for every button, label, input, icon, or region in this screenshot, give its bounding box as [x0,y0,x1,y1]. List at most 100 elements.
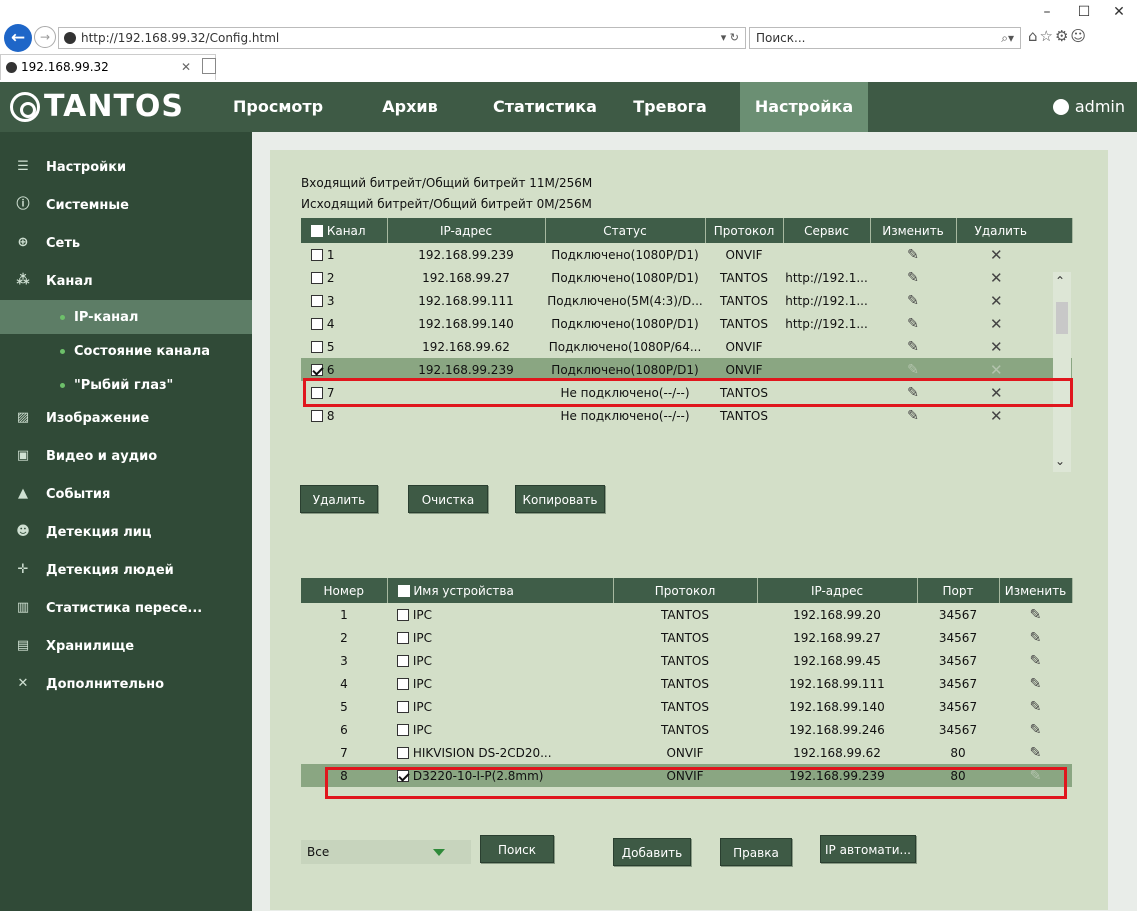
channel-row[interactable]: 3 192.168.99.111 Подключено(5M(4:3)/D... TA… [301,289,1072,312]
sidebar-item-crossing-stats[interactable]: ▥ Статистика пересе... [0,589,252,627]
channel-scrollbar[interactable]: ⌃ ⌄ [1053,272,1071,472]
channel-row[interactable]: 7 Не подключено(--/--) TANTOS ✎ ✕ [301,381,1072,404]
search-button[interactable]: Поиск [480,835,554,863]
edit-icon[interactable]: ✎ [1030,607,1042,623]
edit-icon[interactable]: ✎ [1030,630,1042,646]
edit-icon[interactable]: ✎ [1030,653,1042,669]
channel-row[interactable]: 8 Не подключено(--/--) TANTOS ✎ ✕ [301,404,1072,427]
copy-button[interactable]: Копировать [515,485,605,513]
device-checkbox[interactable] [397,701,409,713]
address-bar[interactable]: http://192.168.99.32/Config.html ▾ ↻ [58,27,746,49]
sidebar-item-advanced[interactable]: ✕ Дополнительно [0,665,252,703]
user-menu[interactable]: admin [1052,82,1125,132]
scroll-thumb[interactable] [1056,302,1068,334]
delete-button[interactable]: Удалить [300,485,378,513]
edit-icon[interactable]: ✎ [1030,676,1042,692]
delete-icon[interactable]: ✕ [990,407,1003,425]
channel-checkbox[interactable] [311,295,323,307]
browser-tab[interactable]: 192.168.99.32 ✕ [0,54,216,80]
nav-archive[interactable]: Архив [375,82,445,132]
channel-row[interactable]: 6 192.168.99.239 Подключено(1080P/D1) ONVIF… [301,358,1072,381]
scroll-down-icon[interactable]: ⌄ [1055,454,1065,468]
sidebar-item-face-detection[interactable]: ☻ Детекция лиц [0,513,252,551]
channel-checkbox[interactable] [311,272,323,284]
sidebar-item-image[interactable]: ▨ Изображение [0,399,252,437]
address-tools[interactable]: ▾ ↻ [721,28,739,48]
sidebar-sub-ip-channel[interactable]: IP-канал [0,300,252,334]
channel-checkbox[interactable] [311,318,323,330]
edit-icon[interactable]: ✎ [1030,699,1042,715]
device-checkbox[interactable] [397,770,409,782]
edit-button[interactable]: Правка [720,838,792,866]
channel-service-link[interactable]: http://192.1... [783,289,870,312]
device-row[interactable]: 3 IPC TANTOS 192.168.99.45 34567 ✎ [301,649,1072,672]
nav-alarm[interactable]: Тревога [620,82,720,132]
channel-service-link[interactable] [783,243,870,266]
select-all-devices-checkbox[interactable] [397,585,410,597]
channel-service-link[interactable]: http://192.1... [783,266,870,289]
device-row[interactable]: 7 HIKVISION DS-2CD20... ONVIF 192.168.99.6… [301,741,1072,764]
toolbar-icons[interactable]: ⌂☆⚙☺ [1028,27,1088,45]
sidebar-sub-fisheye[interactable]: "Рыбий глаз" [0,368,252,402]
channel-service-link[interactable]: http://192.1... [783,312,870,335]
maximize-button[interactable]: ☐ [1069,4,1099,20]
new-tab-button[interactable] [202,58,216,74]
device-row[interactable]: 1 IPC TANTOS 192.168.99.20 34567 ✎ [301,603,1072,626]
channel-row[interactable]: 1 192.168.99.239 Подключено(1080P/D1) ONVIF… [301,243,1072,266]
tab-close-icon[interactable]: ✕ [181,55,191,79]
channel-checkbox[interactable] [311,249,323,261]
channel-service-link[interactable] [783,381,870,404]
sidebar-item-video-audio[interactable]: ▣ Видео и аудио [0,437,252,475]
device-row[interactable]: 4 IPC TANTOS 192.168.99.111 34567 ✎ [301,672,1072,695]
channel-checkbox[interactable] [311,341,323,353]
delete-icon[interactable]: ✕ [990,315,1003,333]
sidebar-sub-channel-status[interactable]: Состояние канала [0,334,252,368]
nav-statistics[interactable]: Статистика [485,82,605,132]
device-checkbox[interactable] [397,655,409,667]
channel-service-link[interactable] [783,335,870,358]
channel-service-link[interactable] [783,404,870,427]
device-checkbox[interactable] [397,609,409,621]
sidebar-item-channel[interactable]: ⁂ Канал [0,262,252,300]
close-window-button[interactable]: ✕ [1104,4,1134,20]
channel-row[interactable]: 2 192.168.99.27 Подключено(1080P/D1) TANTOS… [301,266,1072,289]
select-all-channels-checkbox[interactable] [311,225,323,237]
sidebar-item-storage[interactable]: ▤ Хранилище [0,627,252,665]
edit-icon[interactable]: ✎ [907,247,919,263]
scroll-up-icon[interactable]: ⌃ [1055,274,1065,288]
browser-search-input[interactable]: Поиск... ⌕▾ [749,27,1021,49]
channel-row[interactable]: 4 192.168.99.140 Подключено(1080P/D1) TANTO… [301,312,1072,335]
add-button[interactable]: Добавить [613,838,691,866]
sidebar-item-settings[interactable]: ☰ Настройки [0,148,252,186]
device-row[interactable]: 2 IPC TANTOS 192.168.99.27 34567 ✎ [301,626,1072,649]
edit-icon[interactable]: ✎ [907,270,919,286]
edit-icon[interactable]: ✎ [907,408,919,424]
sidebar-item-events[interactable]: ▲ События [0,475,252,513]
device-checkbox[interactable] [397,724,409,736]
auto-ip-button[interactable]: IP автомати... [820,835,916,863]
channel-checkbox[interactable] [311,364,323,376]
delete-icon[interactable]: ✕ [990,269,1003,287]
device-row[interactable]: 5 IPC TANTOS 192.168.99.140 34567 ✎ [301,695,1072,718]
delete-icon[interactable]: ✕ [990,361,1003,379]
edit-icon[interactable]: ✎ [907,293,919,309]
nav-view[interactable]: Просмотр [233,82,323,132]
clear-button[interactable]: Очистка [408,485,488,513]
edit-icon[interactable]: ✎ [1030,722,1042,738]
channel-checkbox[interactable] [311,387,323,399]
edit-icon[interactable]: ✎ [907,316,919,332]
edit-icon[interactable]: ✎ [907,385,919,401]
edit-icon[interactable]: ✎ [1030,768,1042,784]
sidebar-item-network[interactable]: ⊕ Сеть [0,224,252,262]
sidebar-item-system[interactable]: ⓘ Системные [0,186,252,224]
device-checkbox[interactable] [397,747,409,759]
nav-settings[interactable]: Настройка [740,82,868,132]
sidebar-item-person-detection[interactable]: ✛ Детекция людей [0,551,252,589]
channel-row[interactable]: 5 192.168.99.62 Подключено(1080P/64... ONVI… [301,335,1072,358]
device-row[interactable]: 6 IPC TANTOS 192.168.99.246 34567 ✎ [301,718,1072,741]
delete-icon[interactable]: ✕ [990,292,1003,310]
channel-service-link[interactable] [783,358,870,381]
filter-select[interactable]: Все [301,840,471,864]
channel-checkbox[interactable] [311,410,323,422]
edit-icon[interactable]: ✎ [907,339,919,355]
